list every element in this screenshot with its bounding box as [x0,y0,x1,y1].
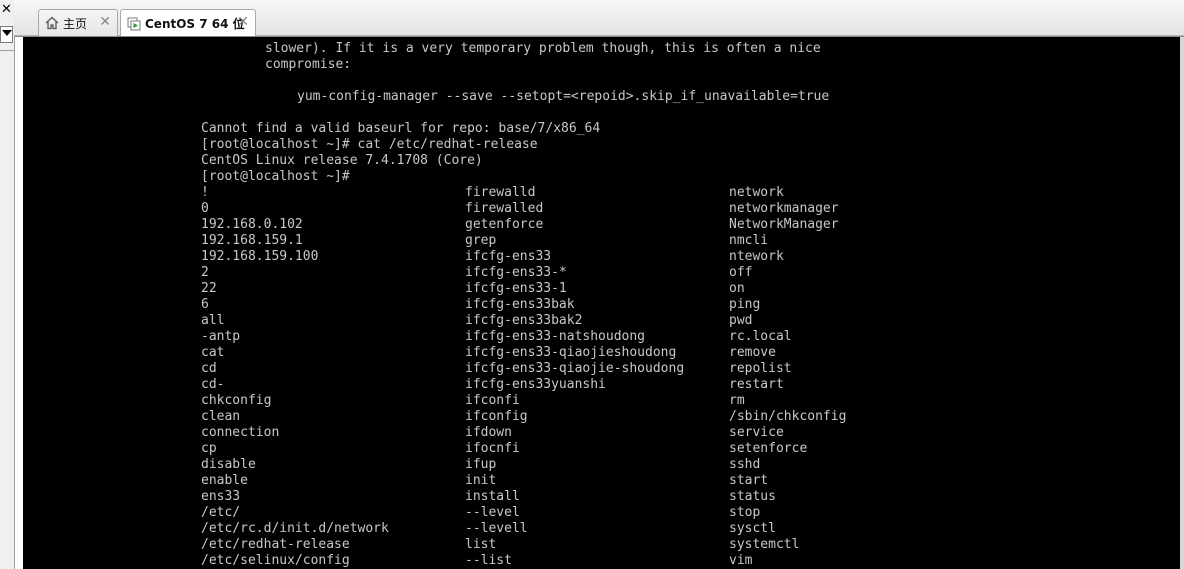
completion-entry: systemctl [729,537,800,552]
completion-entry: --levell [465,521,528,536]
terminal-line: CentOS Linux release 7.4.1708 (Core) [201,153,483,168]
vm-console[interactable]: slower). If it is a very temporary probl… [23,37,1180,569]
completion-entry: cd- [201,377,225,392]
completion-entry: NetworkManager [729,217,839,232]
completion-entry: --list [465,553,512,568]
completion-entry: install [465,489,520,504]
terminal-line: [root@localhost ~]# cat /etc/redhat-rele… [201,137,538,152]
completion-entry: 192.168.159.1 [201,233,303,248]
completion-entry: ifup [465,457,497,472]
vm-icon [127,17,141,31]
completion-entry: cd [201,361,217,376]
completion-entry: ens33 [201,489,241,504]
tab-bar: 主页 ✕ CentOS 7 64 位 ✕ [14,0,1184,37]
completion-column-1: ! 0 192.168.0.102 192.168.159.1 192.168.159.… [201,185,389,569]
divider [0,50,14,51]
completion-entry: sshd [729,457,761,472]
completion-entry: all [201,313,225,328]
completion-entry: 22 [201,281,217,296]
completion-entry: on [729,281,745,296]
tab-home[interactable]: 主页 ✕ [38,9,118,36]
completion-entry: network [729,185,784,200]
completion-entry: 2 [201,265,209,280]
completion-entry: ! [201,185,209,200]
completion-entry: pwd [729,313,753,328]
terminal-line: slower). If it is a very temporary probl… [265,41,821,56]
completion-entry: /etc/ [201,505,241,520]
completion-entry: 192.168.0.102 [201,217,303,232]
close-icon[interactable]: ✕ [1,3,12,17]
completion-entry: list [465,537,497,552]
completion-entry: ifconfi [465,393,520,408]
terminal-line: [root@localhost ~]# [201,169,350,184]
completion-entry: vim [729,553,753,568]
terminal-output: slower). If it is a very temporary probl… [23,37,846,568]
completion-entry: cat [201,345,225,360]
completion-entry: nmcli [729,233,769,248]
completion-entry: rc.local [729,329,792,344]
completion-entry: connection [201,425,280,440]
completion-entry: getenforce [465,217,544,232]
completion-entry: ifdown [465,425,512,440]
terminal-line: yum-config-manager --save --setopt=<repo… [297,89,830,104]
completion-entry: --level [465,505,520,520]
completion-entry: ifcfg-ens33 [465,249,552,264]
completion-entry: /etc/rc.d/init.d/network [201,521,389,536]
completion-entry: enable [201,473,248,488]
completion-entry: repolist [729,361,792,376]
completion-entry: ifcfg-ens33-natshoudong [465,329,646,344]
completion-entry: 0 [201,201,209,216]
completion-entry: -antp [201,329,241,344]
completion-entry: stop [729,505,761,520]
completion-entry: start [729,473,769,488]
completion-entry: ifcfg-ens33-qiaojieshoudong [465,345,677,360]
completion-entry: 6 [201,297,209,312]
console-edge [1180,37,1184,569]
completion-entry: /etc/redhat-release [201,537,350,552]
completion-entry: ifcfg-ens33bak2 [465,313,583,328]
completion-entry: cp [201,441,217,456]
completion-entry: off [729,265,753,280]
completion-entry: ifcfg-ens33-* [465,265,567,280]
completion-entry: ping [729,297,761,312]
completion-entry: ifocnfi [465,441,520,456]
completion-entry: setenforce [729,441,808,456]
completion-entry: ntework [729,249,784,264]
completion-entry: remove [729,345,776,360]
tab-centos-vm[interactable]: CentOS 7 64 位 ✕ [120,9,256,37]
completion-entry: chkconfig [201,393,272,408]
completion-entry: ifcfg-ens33-1 [465,281,567,296]
home-icon [45,16,59,30]
completion-entry: /sbin/chkconfig [729,409,847,424]
chevron-down-icon [2,30,12,36]
completion-entry: ifconfig [465,409,528,424]
tab-label: 主页 [63,16,88,31]
completion-entry: restart [729,377,784,392]
completion-entry: firewalld [465,185,536,200]
tab-label: CentOS 7 64 位 [145,17,245,31]
left-panel-strip: ✕ [0,0,15,569]
completion-column-2: firewalld firewalled getenforce grep ifcfg-e… [465,185,684,569]
completion-entry: /etc/selinux/config [201,553,350,568]
completion-entry: ifcfg-ens33yuanshi [465,377,606,392]
completion-entry: 192.168.159.100 [201,249,319,264]
completion-entry: rm [729,393,745,408]
completion-entry: sysctl [729,521,776,536]
dropdown-button[interactable] [0,26,13,43]
terminal-line: Cannot find a valid baseurl for repo: ba… [201,121,601,136]
completion-entry: clean [201,409,241,424]
completion-entry: networkmanager [729,201,839,216]
completion-entry: service [729,425,784,440]
completion-entry: init [465,473,497,488]
completion-entry: ifcfg-ens33-qiaojie-shoudong [465,361,685,376]
close-icon[interactable]: ✕ [99,15,111,29]
completion-column-3: network networkmanager NetworkManager nmcli… [729,185,846,569]
completion-entry: ifcfg-ens33bak [465,297,575,312]
close-icon[interactable]: ✕ [237,15,249,29]
completion-entry: firewalled [465,201,544,216]
terminal-line: compromise: [265,57,352,72]
completion-entry: status [729,489,776,504]
completion-entry: grep [465,233,497,248]
completion-entry: disable [201,457,256,472]
